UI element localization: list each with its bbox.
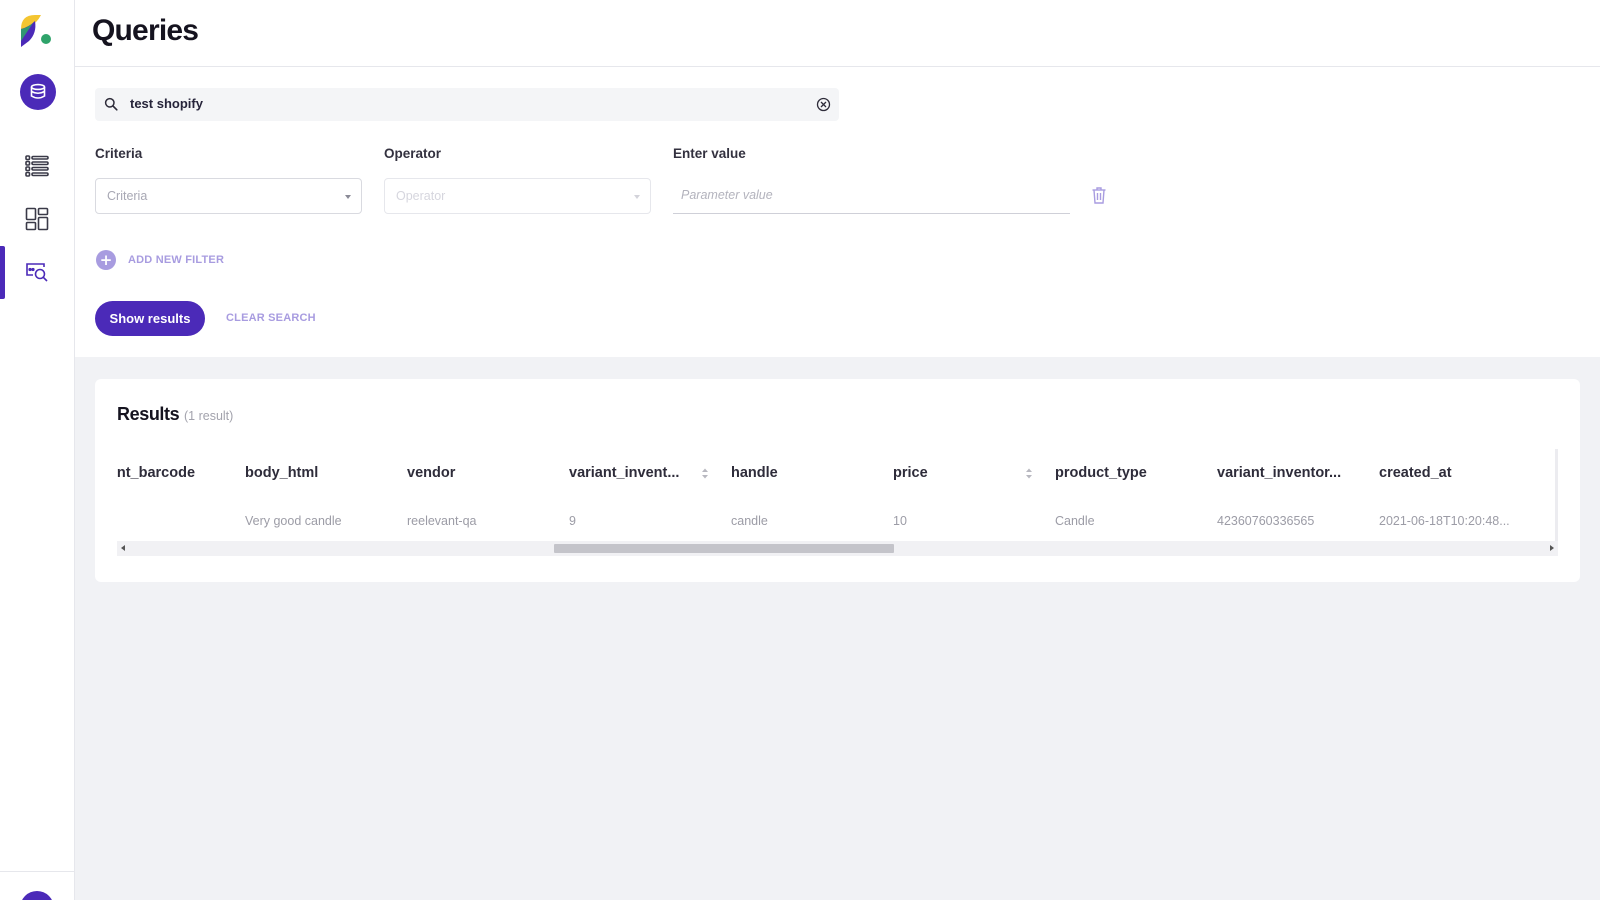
table-cell: 42360760336565 [1217,514,1315,528]
table-cell: reelevant-qa [407,514,477,528]
chevron-down-icon [345,195,351,199]
query-search-icon [26,263,48,282]
column-header-label: variant_barcode [117,465,196,481]
parameter-value-placeholder: Parameter value [681,188,773,202]
plus-icon: + [96,250,116,270]
search-input[interactable]: test shopify [95,88,839,121]
scroll-right-icon[interactable] [1550,545,1554,551]
column-header[interactable]: product_type [1041,449,1203,497]
criteria-label: Criteria [95,146,143,161]
sidebar-divider [0,871,75,872]
column-header-label: vendor [407,465,456,481]
column-header[interactable]: handle [717,449,879,497]
operator-label: Operator [384,146,442,161]
database-icon [30,83,46,99]
column-header[interactable]: body_html [231,449,393,497]
table-edge [1555,449,1558,543]
column-header-label: price [893,465,928,481]
operator-select[interactable]: Operator [384,178,651,214]
table-cell: 10 [893,514,907,528]
sort-icon[interactable] [1025,468,1033,479]
results-count: (1 result) [184,409,234,423]
column-header-label: body_html [245,465,319,481]
clear-search-icon[interactable] [816,97,831,112]
search-value: test shopify [130,96,203,111]
column-header-label: created_at [1379,465,1452,481]
results-card: Results (1 result) variant_barcode body_h… [95,379,1580,582]
horizontal-scrollbar[interactable] [117,541,1558,556]
add-filter-label: ADD NEW FILTER [128,254,225,266]
table-cell: 2021-06-18T10:20:48... [1379,514,1510,528]
sort-icon[interactable] [701,468,709,479]
column-header[interactable]: variant_barcode [117,449,231,497]
table-cell: 9 [569,514,576,528]
sidebar [0,0,75,900]
column-header-label: handle [731,465,778,481]
list-icon [25,155,49,177]
sidebar-item-dashboard[interactable] [22,204,52,234]
results-title: Results [117,404,180,424]
page-title: Queries [92,14,199,47]
sidebar-item-queries[interactable] [22,257,52,287]
column-header[interactable]: variant_inventor... [1203,449,1365,497]
page-header: Queries [75,0,1600,67]
value-label: Enter value [673,146,746,161]
delete-filter-icon[interactable] [1091,186,1107,204]
column-header-label: variant_inventor... [1217,465,1342,481]
operator-placeholder: Operator [396,189,446,203]
criteria-placeholder: Criteria [107,189,148,203]
table-cell: Very good candle [245,514,342,528]
parameter-value-input[interactable]: Parameter value [673,178,1070,214]
active-indicator [0,246,5,299]
scrollbar-thumb[interactable] [554,544,894,553]
column-header-label: variant_invent... [569,465,680,481]
app-logo[interactable] [19,13,53,47]
table-cell: candle [731,514,768,528]
column-header[interactable]: created_at [1365,449,1527,497]
table-cell [117,497,231,545]
search-icon [104,97,118,111]
column-header[interactable]: variant_invent... [555,449,717,497]
dashboard-icon [25,207,49,231]
chevron-down-icon [634,195,640,199]
criteria-select[interactable]: Criteria [95,178,362,214]
clear-search-button[interactable]: CLEAR SEARCH [226,312,316,324]
results-table[interactable]: variant_barcode body_html vendor variant_in… [117,449,1558,559]
sidebar-item-database[interactable] [20,74,56,110]
column-header-label: product_type [1055,465,1147,481]
table-cell: Candle [1055,514,1095,528]
show-results-button[interactable]: Show results [95,301,205,336]
add-filter-button[interactable]: + ADD NEW FILTER [96,250,224,270]
filter-panel: test shopify Criteria Operator Enter val… [75,67,1600,357]
column-header[interactable]: price [879,449,1041,497]
avatar[interactable] [20,891,54,900]
scroll-left-icon[interactable] [121,545,125,551]
column-header[interactable]: vendor [393,449,555,497]
sidebar-item-list[interactable] [22,151,52,181]
